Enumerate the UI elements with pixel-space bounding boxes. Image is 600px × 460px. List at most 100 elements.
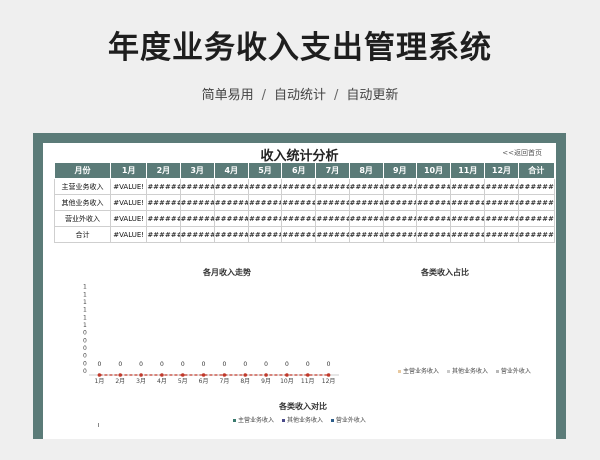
table-cell[interactable]: ###### — [247, 178, 283, 195]
column-header: 合计 — [517, 162, 556, 179]
page-subtitle: 简单易用 / 自动统计 / 自动更新 — [0, 84, 600, 103]
table-cell[interactable]: ###### — [415, 210, 452, 227]
legend-swatch — [281, 419, 285, 422]
table-cell[interactable]: ###### — [247, 226, 283, 243]
data-label: 0 — [98, 361, 102, 368]
data-label: 0 — [139, 361, 143, 368]
column-header: 3月 — [179, 162, 215, 179]
table-cell[interactable]: ###### — [415, 178, 452, 195]
y-tick-label: 1 — [83, 307, 87, 314]
row-header[interactable]: 主营业务收入 — [53, 178, 112, 195]
table-cell[interactable]: ###### — [213, 178, 249, 195]
row-header[interactable]: 合计 — [53, 226, 112, 243]
data-label: 0 — [202, 361, 206, 368]
pie-legend-item: 主营业务收入 — [398, 368, 439, 375]
data-point — [160, 373, 164, 377]
pie-legend-item: 其他业务收入 — [446, 368, 488, 375]
table-cell[interactable]: ###### — [450, 210, 486, 227]
table-cell[interactable]: ###### — [382, 210, 417, 227]
subtitle-item: 简单易用 — [201, 88, 254, 103]
table-cell[interactable]: ###### — [517, 194, 556, 211]
legend-label: 营业外收入 — [335, 417, 366, 424]
table-cell[interactable]: ###### — [517, 178, 556, 195]
y-tick-label: 1 — [83, 299, 87, 306]
column-header: 9月 — [382, 162, 417, 179]
legend-label: 其他业务收入 — [286, 417, 323, 424]
table-cell[interactable]: ###### — [348, 194, 384, 211]
table-cell[interactable]: ###### — [213, 194, 249, 211]
table-cell[interactable]: ###### — [213, 226, 249, 243]
bar-chart-title: 各类收入对比 — [279, 402, 327, 411]
y-tick-label: 0 — [83, 360, 87, 367]
table-cell[interactable]: ###### — [281, 226, 317, 243]
table-cell[interactable]: ###### — [247, 194, 283, 211]
data-point — [326, 373, 331, 377]
back-to-home-link[interactable]: <<返回首页 — [502, 148, 542, 158]
table-cell[interactable]: ###### — [484, 210, 519, 227]
x-tick-label: 7月 — [220, 378, 230, 385]
table-cell[interactable]: ###### — [315, 194, 350, 211]
table-cell[interactable]: ###### — [179, 210, 215, 227]
bar-legend-item: 主营业务收入 — [233, 417, 274, 424]
data-point — [139, 373, 143, 377]
table-cell[interactable]: ###### — [415, 226, 452, 243]
table-cell[interactable]: ###### — [146, 210, 181, 227]
table-cell[interactable]: #VALUE! — [110, 178, 148, 195]
bar-legend: 主营业务收入 其他业务收入 营业外收入 — [233, 415, 372, 424]
x-tick-label: 5月 — [178, 378, 188, 385]
table-cell[interactable]: #VALUE! — [110, 226, 148, 243]
y-tick-label: 0 — [83, 330, 87, 337]
row-header[interactable]: 营业外收入 — [53, 210, 112, 227]
table-cell[interactable]: ###### — [146, 178, 181, 195]
table-cell[interactable]: ###### — [213, 210, 249, 227]
table-cell[interactable]: #VALUE! — [110, 210, 148, 227]
pie-legend-item: 营业外收入 — [495, 368, 531, 375]
data-point — [118, 373, 123, 377]
table-cell[interactable]: ###### — [281, 194, 317, 211]
table-cell[interactable]: ###### — [415, 194, 452, 211]
table-cell[interactable]: ###### — [146, 194, 181, 211]
table-row: 其他业务收入 #VALUE! ###### ###### ###### ###### ###… — [53, 194, 556, 211]
x-tick-label: 9月 — [261, 378, 271, 385]
table-cell[interactable]: ###### — [348, 210, 384, 227]
page-title: 年度业务收入支出管理系统 — [108, 30, 492, 66]
table-cell[interactable]: ###### — [179, 226, 215, 243]
table-cell[interactable]: ###### — [484, 226, 519, 243]
data-label: 0 — [160, 361, 164, 368]
table-cell[interactable]: ###### — [517, 210, 556, 227]
table-cell[interactable]: ###### — [315, 210, 350, 227]
table-cell[interactable]: ###### — [382, 194, 417, 211]
table-cell[interactable]: ###### — [348, 226, 384, 243]
data-label: 0 — [223, 361, 227, 368]
table-cell[interactable]: ###### — [450, 178, 486, 195]
table-cell[interactable]: ###### — [247, 210, 283, 227]
table-cell[interactable]: ###### — [281, 210, 317, 227]
table-cell[interactable]: ###### — [179, 194, 215, 211]
table-cell[interactable]: ###### — [517, 226, 556, 243]
table-cell[interactable]: ###### — [179, 178, 215, 195]
column-header: 6月 — [281, 162, 317, 179]
table-cell[interactable]: ###### — [382, 178, 417, 195]
data-point — [201, 373, 206, 377]
legend-swatch — [495, 370, 499, 373]
y-tick-label: 1 — [83, 322, 87, 329]
table-cell[interactable]: ###### — [315, 178, 350, 195]
y-tick-label: 0 — [83, 337, 87, 344]
table-cell[interactable]: #VALUE! — [110, 194, 148, 211]
data-label: 0 — [306, 361, 310, 368]
y-tick-label: 1 — [83, 291, 87, 298]
table-cell[interactable]: ###### — [146, 226, 181, 243]
table-cell[interactable]: ###### — [281, 178, 317, 195]
table-cell[interactable]: ###### — [382, 226, 417, 243]
table-cell[interactable]: ###### — [450, 194, 486, 211]
row-header[interactable]: 其他业务收入 — [53, 194, 112, 211]
column-header: 月份 — [53, 162, 112, 179]
table-cell[interactable]: ###### — [315, 226, 350, 243]
subtitle-item: 自动统计 — [273, 88, 326, 103]
table-cell[interactable]: ###### — [484, 178, 519, 195]
data-label: 0 — [264, 361, 268, 368]
table-cell[interactable]: ###### — [450, 226, 486, 243]
column-header: 5月 — [247, 162, 283, 179]
table-cell[interactable]: ###### — [348, 178, 384, 195]
table-cell[interactable]: ###### — [484, 194, 519, 211]
